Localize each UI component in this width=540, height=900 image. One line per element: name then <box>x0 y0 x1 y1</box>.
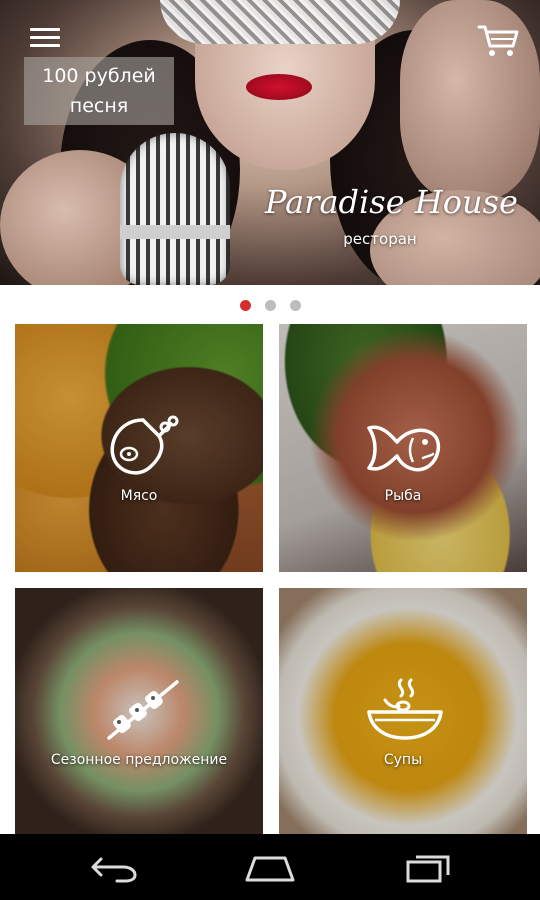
fish-icon <box>367 425 441 472</box>
brand-name: Paradise House <box>265 183 518 221</box>
category-tile-seasonal[interactable]: Сезонное предложение <box>15 588 263 836</box>
category-label: Рыба <box>384 488 422 504</box>
carousel-dot[interactable] <box>264 300 276 311</box>
menu-icon[interactable] <box>30 28 60 52</box>
category-tile-soups[interactable]: Супы <box>279 588 527 836</box>
microphone-image <box>120 133 230 285</box>
promo-badge: 100 рублей песня <box>24 57 174 125</box>
carousel-dot[interactable] <box>239 300 251 311</box>
system-navigation-bar <box>0 834 540 900</box>
recent-apps-icon[interactable] <box>404 853 454 883</box>
carousel-indicator <box>0 300 540 314</box>
brand-subtitle: ресторан <box>343 230 417 248</box>
category-label: Мясо <box>120 488 158 504</box>
hero-photo-part <box>246 74 312 100</box>
category-label: Сезонное предложение <box>50 752 228 768</box>
home-icon[interactable] <box>243 853 297 883</box>
soup-bowl-icon <box>367 678 443 740</box>
category-label: Супы <box>383 752 423 768</box>
category-tile-meat[interactable]: Мясо <box>15 324 263 572</box>
hero-banner[interactable]: 100 рублей песня Paradise House ресторан <box>0 0 540 285</box>
cart-icon[interactable] <box>476 22 520 58</box>
category-tile-fish[interactable]: Рыба <box>279 324 527 572</box>
meat-drumstick-icon <box>110 415 179 475</box>
promo-line-2: песня <box>69 95 129 117</box>
promo-line-1: 100 рублей <box>42 65 156 87</box>
back-icon[interactable] <box>89 853 139 883</box>
carousel-dot[interactable] <box>289 300 301 311</box>
kebab-skewer-icon <box>107 680 179 740</box>
hero-photo-part <box>160 0 400 44</box>
microphone-image <box>120 225 230 239</box>
